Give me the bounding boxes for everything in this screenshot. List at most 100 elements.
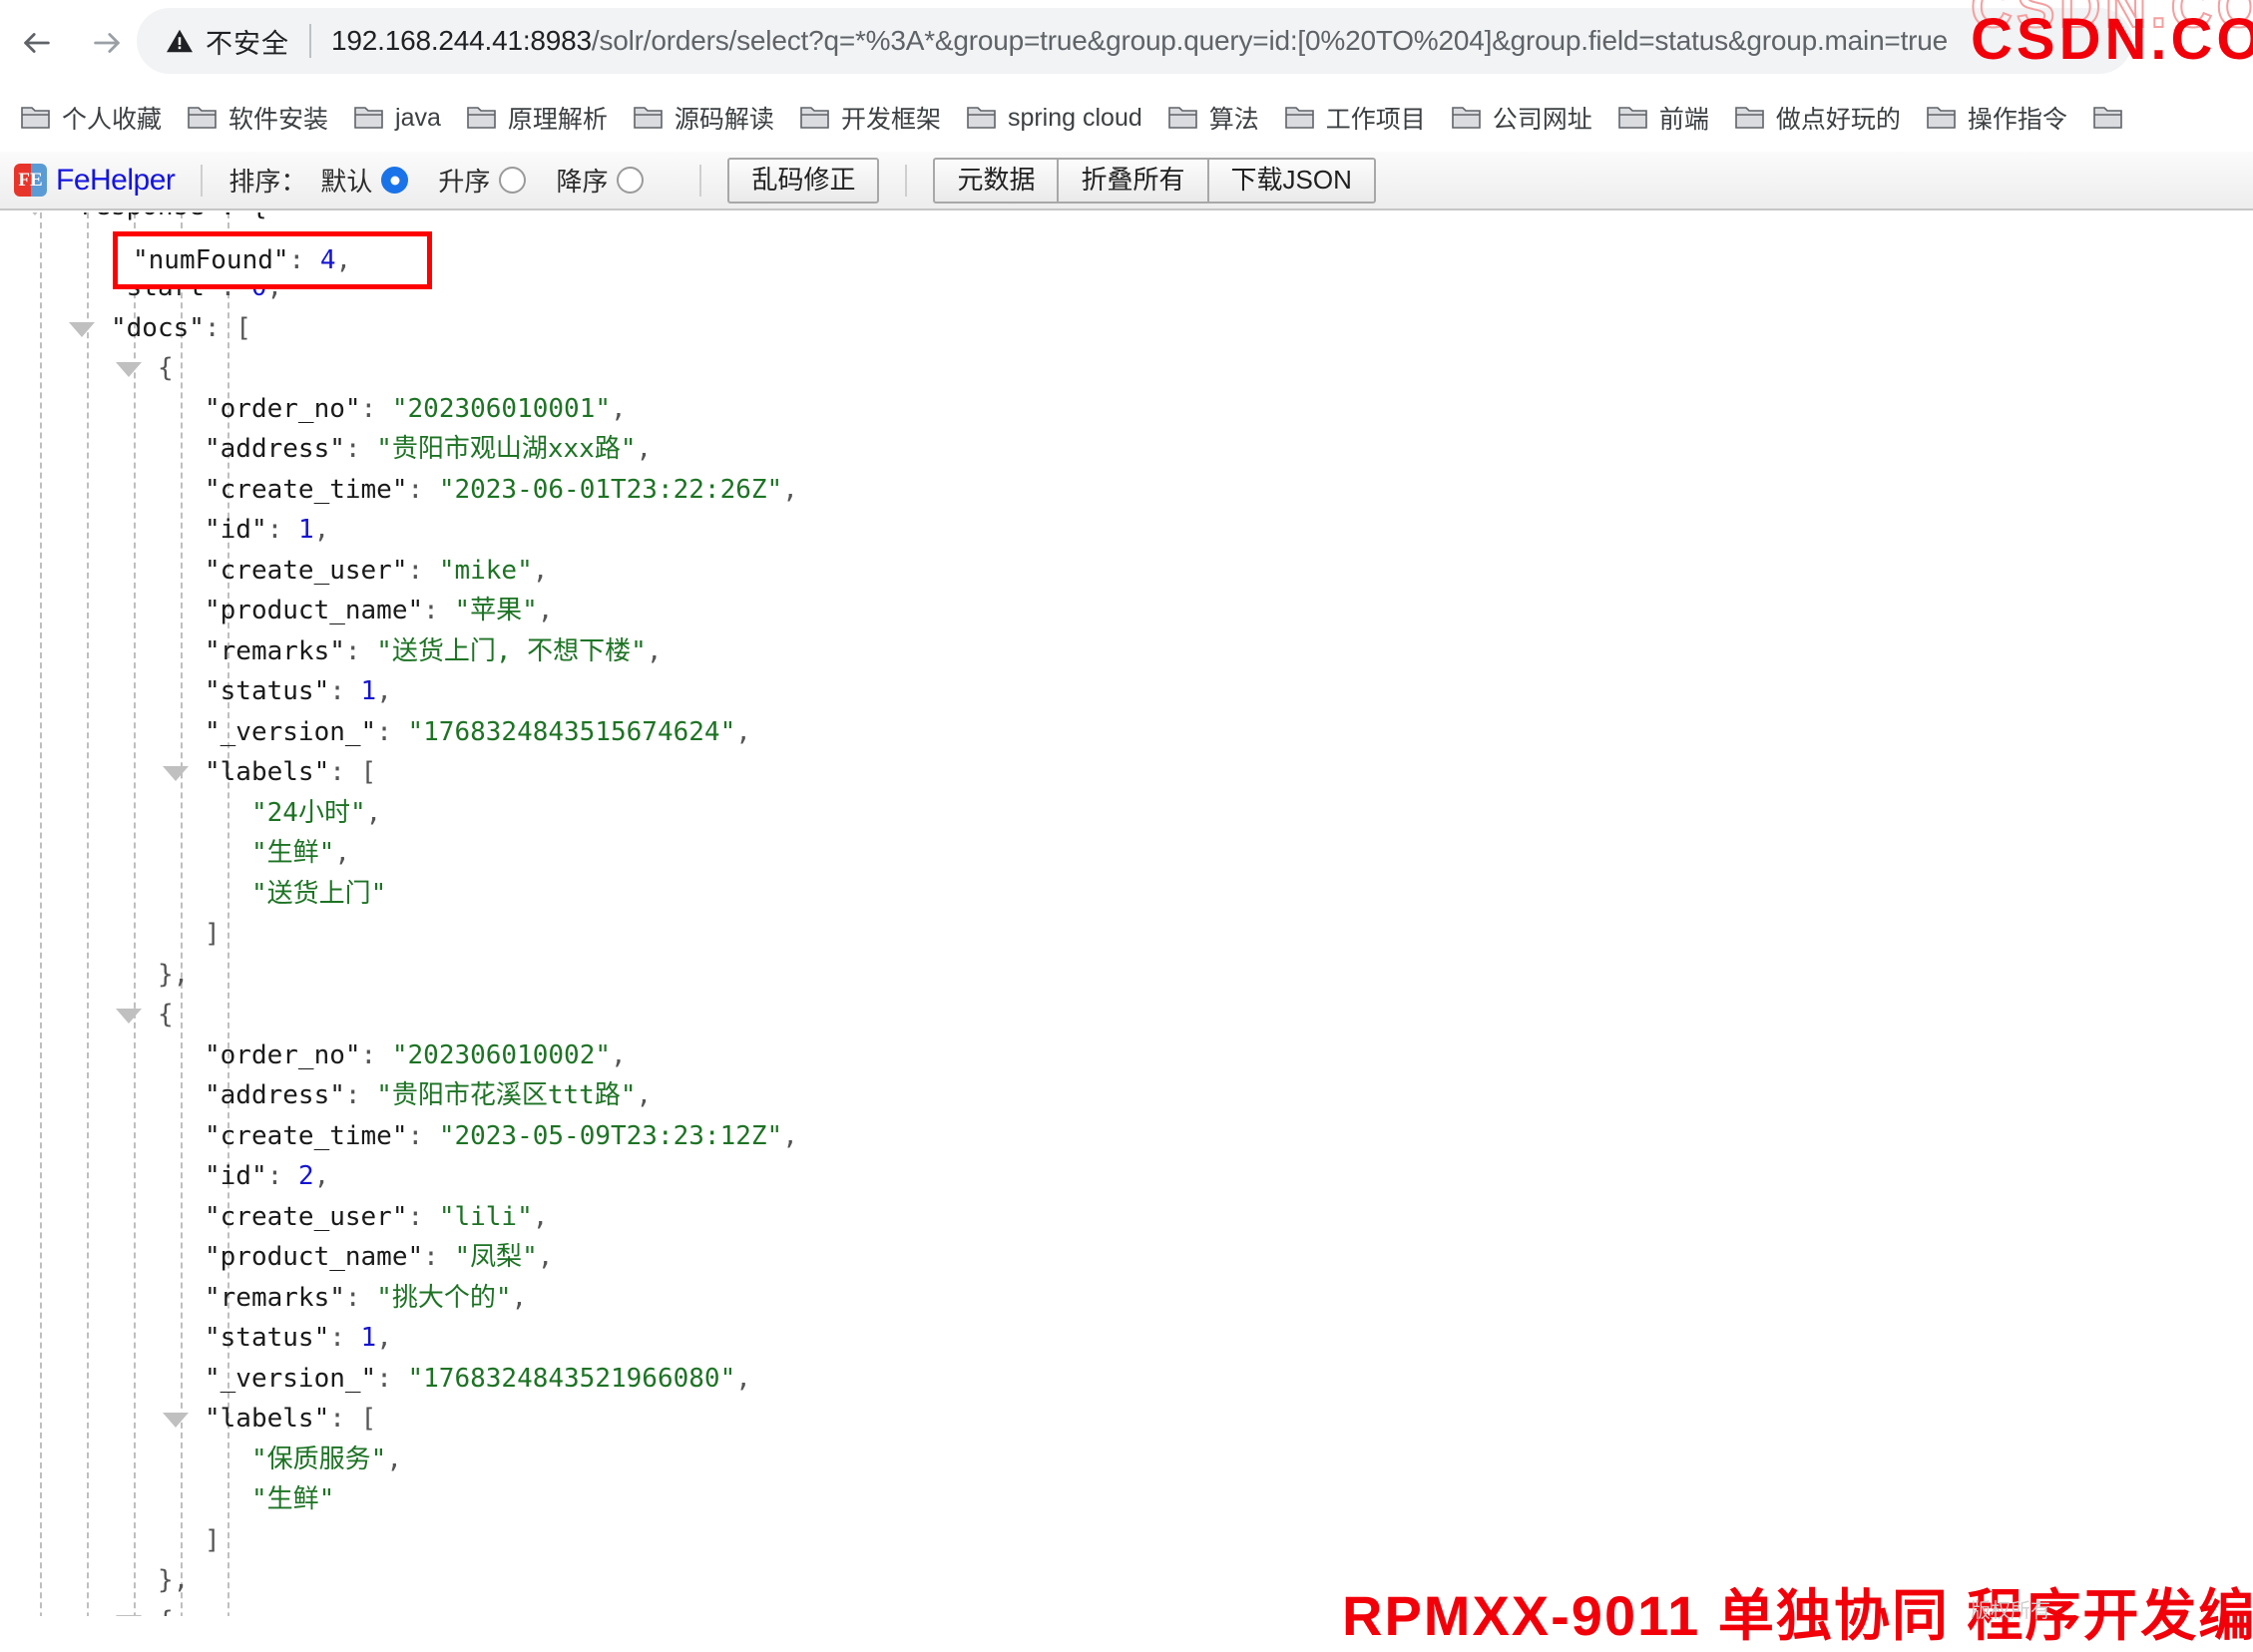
json-token: ,	[376, 1323, 392, 1353]
bookmark-label: 开发框架	[840, 106, 941, 134]
json-line: "product_name": "凤梨",	[0, 1237, 2253, 1278]
json-line: {	[0, 1601, 2253, 1616]
json-token: :	[266, 1161, 298, 1191]
url-host: 192.168.244.41:8983	[331, 25, 592, 56]
bookmark-item[interactable]: 算法	[1155, 94, 1272, 142]
json-token: },	[158, 959, 190, 990]
json-token: "挑大个的"	[376, 1282, 512, 1313]
fix-encoding-button[interactable]: 乱码修正	[727, 157, 880, 204]
bookmark-item[interactable]: 公司网址	[1439, 94, 1605, 142]
bookmark-item[interactable]: 软件安装	[175, 94, 341, 142]
json-line: "_version_": "1768324843521966080",	[0, 1359, 2253, 1400]
sort-option-desc-radio[interactable]	[617, 167, 645, 194]
bookmark-item[interactable]: java	[341, 98, 454, 139]
forward-button[interactable]	[74, 10, 140, 76]
sort-option-default-radio[interactable]	[381, 167, 409, 194]
json-line: "status": 1,	[0, 1318, 2253, 1359]
bookmark-item[interactable]: 操作指令	[1914, 94, 2080, 142]
json-token: {	[158, 353, 174, 383]
json-token: ,	[376, 676, 392, 706]
sort-option-asc-radio[interactable]	[499, 167, 527, 194]
json-token: : [	[329, 757, 377, 787]
json-token: {	[158, 1000, 174, 1030]
json-line: "24小时",	[0, 793, 2253, 834]
metadata-button[interactable]: 元数据	[933, 157, 1060, 204]
json-token: "address"	[205, 434, 345, 464]
json-token: "product_name"	[205, 1242, 424, 1272]
sort-option-desc[interactable]: 降序	[556, 162, 645, 199]
json-line: "create_time": "2023-05-09T23:23:12Z",	[0, 1116, 2253, 1157]
json-token: ,	[636, 1080, 653, 1110]
address-bar[interactable]: 不安全 192.168.244.41:8983/solr/orders/sele…	[137, 8, 2132, 74]
url-text[interactable]: 192.168.244.41:8983/solr/orders/select?q…	[331, 25, 1948, 57]
collapse-toggle-icon[interactable]	[163, 766, 189, 781]
security-status-chip[interactable]: 不安全	[137, 22, 289, 61]
toolbar-separator	[905, 164, 908, 197]
json-token: "status"	[205, 1323, 330, 1353]
json-token: "202306010002"	[391, 1039, 612, 1070]
bookmark-label: 前端	[1658, 106, 1709, 134]
json-token: : [	[329, 1404, 377, 1434]
collapse-all-button[interactable]: 折叠所有	[1057, 157, 1209, 204]
json-token: :	[344, 635, 377, 666]
collapse-toggle-icon[interactable]	[69, 321, 95, 337]
json-line: "_version_": "1768324843515674624",	[0, 712, 2253, 753]
json-token: :	[407, 474, 439, 505]
json-token: ,	[511, 1282, 528, 1313]
toolbar-separator	[201, 164, 204, 197]
collapse-toggle-icon[interactable]	[163, 1413, 189, 1428]
folder-icon	[2093, 107, 2122, 129]
bookmark-item[interactable]: spring cloud	[954, 98, 1155, 139]
bookmark-label: 软件安装	[228, 106, 329, 134]
bookmark-item[interactable]: 原理解析	[454, 94, 621, 142]
json-token: "2023-05-09T23:23:12Z"	[438, 1120, 783, 1151]
collapse-toggle-icon[interactable]	[22, 212, 48, 215]
sort-option-desc-label: 降序	[556, 167, 609, 197]
back-button[interactable]	[4, 10, 70, 76]
json-line: "address": "贵阳市花溪区ttt路",	[0, 1075, 2253, 1116]
sort-option-asc-label: 升序	[438, 167, 491, 197]
json-token: 1	[360, 676, 377, 706]
json-token: 1	[360, 1323, 377, 1353]
collapse-toggle-icon[interactable]	[116, 1009, 142, 1024]
json-token: :	[407, 1120, 439, 1151]
json-line: "create_time": "2023-06-01T23:22:26Z",	[0, 470, 2253, 511]
json-line: ]	[0, 1520, 2253, 1561]
json-token: "labels"	[205, 757, 330, 787]
json-token: ,	[334, 838, 350, 868]
download-json-button[interactable]: 下载JSON	[1206, 157, 1376, 204]
json-line: },	[0, 1560, 2253, 1601]
json-token: ,	[611, 393, 627, 424]
forward-arrow-icon	[94, 33, 120, 53]
json-viewer-panel[interactable]: "response": {"numFound": 4,"start": 0,"d…	[0, 212, 2253, 1616]
json-line: ]	[0, 914, 2253, 955]
bookmarks-bar: 个人收藏 软件安装 java 原理解析 源码解读 开发框架 spring clo…	[0, 86, 2253, 150]
json-token: :	[329, 676, 361, 706]
folder-icon	[1284, 107, 1314, 129]
folder-icon	[800, 107, 829, 129]
json-line: "labels": [	[0, 752, 2253, 793]
collapse-toggle-icon[interactable]	[116, 362, 142, 377]
json-token: "2023-06-01T23:22:26Z"	[438, 474, 783, 505]
json-token: "create_user"	[205, 555, 408, 586]
bookmark-item[interactable]: 做点好玩的	[1722, 94, 1914, 142]
json-token: "id"	[205, 1161, 267, 1191]
json-token: "order_no"	[205, 1039, 361, 1070]
bookmark-item[interactable]	[2080, 99, 2147, 137]
bookmark-item[interactable]: 开发框架	[787, 94, 954, 142]
bookmark-item[interactable]: 前端	[1605, 94, 1722, 142]
numfound-value: 4	[319, 245, 336, 275]
bookmark-item[interactable]: 工作项目	[1272, 94, 1439, 142]
json-token: "送货上门, 不想下楼"	[376, 635, 647, 666]
bookmark-label: 公司网址	[1492, 106, 1592, 134]
folder-icon	[1451, 107, 1481, 129]
numfound-key: "numFound"	[133, 245, 289, 275]
bookmark-item[interactable]: 个人收藏	[8, 94, 175, 142]
folder-icon	[634, 107, 663, 129]
json-token: "贵阳市观山湖xxx路"	[376, 434, 637, 464]
json-token: "remarks"	[205, 1282, 345, 1313]
bookmark-item[interactable]: 源码解读	[621, 94, 787, 142]
sort-option-asc[interactable]: 升序	[438, 162, 527, 199]
folder-icon	[354, 107, 383, 129]
sort-option-default[interactable]: 默认	[320, 162, 409, 199]
